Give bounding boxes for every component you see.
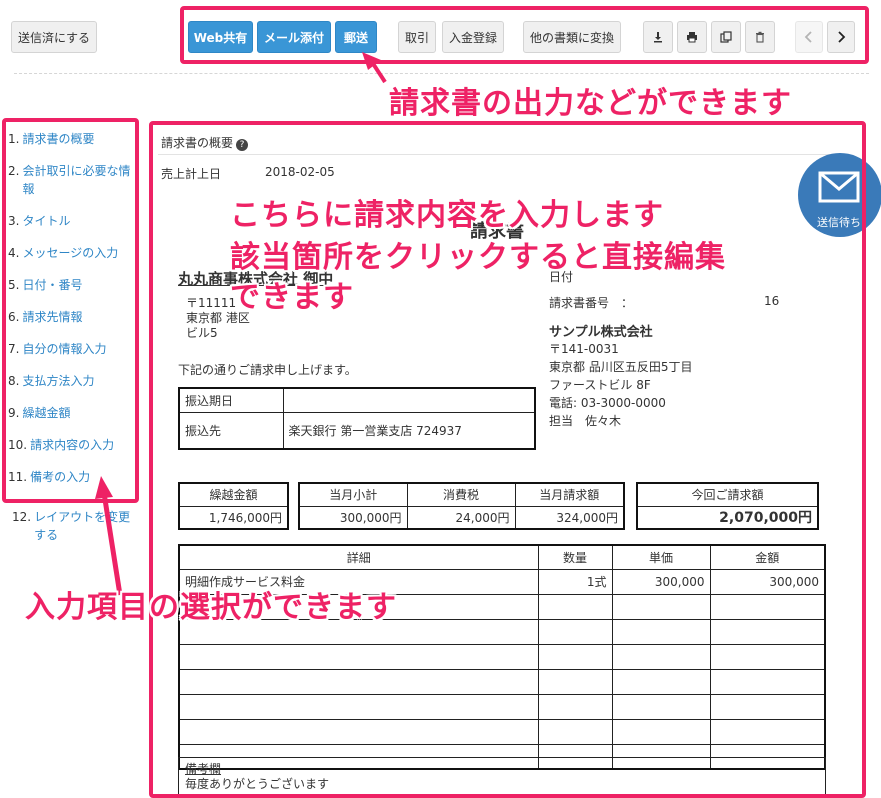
annotation-content-line1: こちらに請求内容を入力します: [230, 198, 664, 233]
annotation-content-line3: できます: [230, 280, 354, 315]
annotation-content-line2: 該当箇所をクリックすると直接編集: [230, 240, 726, 275]
annotation-nav: 入力項目の選択ができます: [25, 590, 397, 625]
annotation-toolbar: 請求書の出力などができます: [389, 86, 792, 121]
